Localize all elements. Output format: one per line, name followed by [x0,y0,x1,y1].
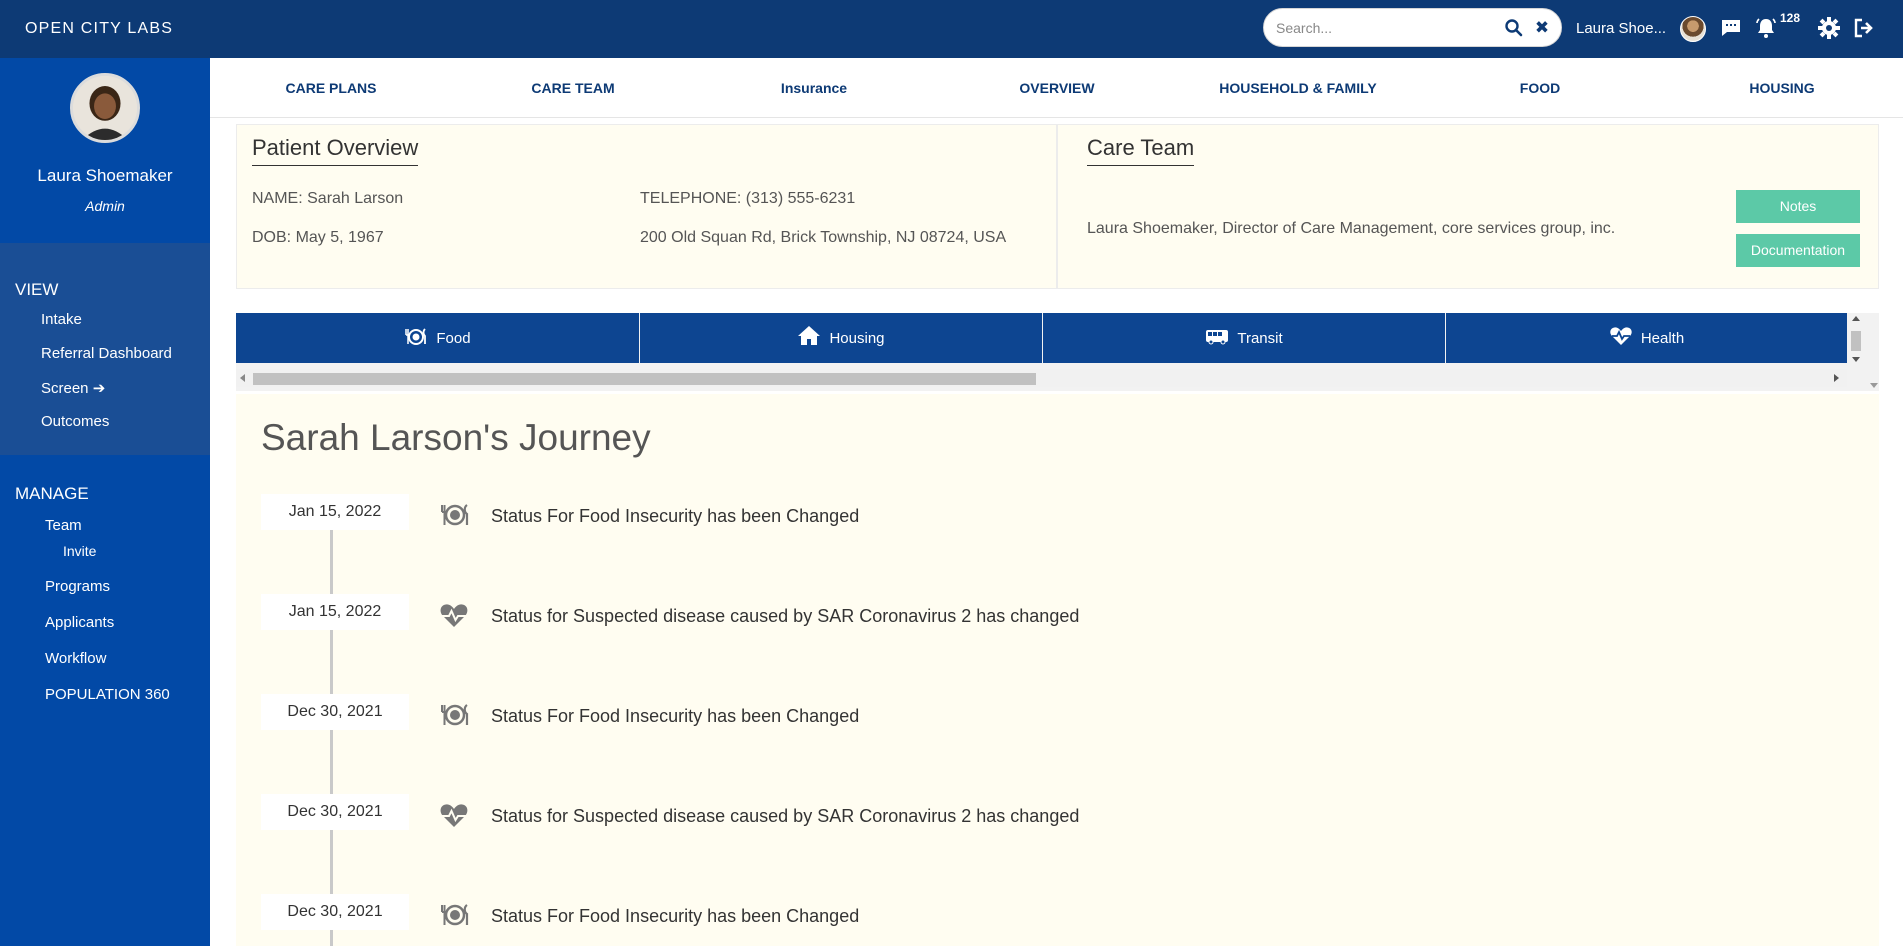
sidebar-item-label: Screen [41,380,89,397]
sidebar-item-screen[interactable]: Screen ➔ [41,379,105,397]
sidebar-item-intake[interactable]: Intake [41,311,82,328]
category-tab-food[interactable]: Food [236,313,639,363]
search-box: ✖ [1263,8,1562,47]
journey-panel: Sarah Larson's Journey Jan 15, 2022 Stat… [236,394,1879,946]
tab-insurance[interactable]: Insurance [781,80,847,96]
close-icon[interactable]: ✖ [1532,18,1552,38]
category-tab-health[interactable]: Health [1446,313,1847,363]
sidebar-item-outcomes[interactable]: Outcomes [41,413,109,430]
tabs-bar: CARE PLANS CARE TEAM Insurance OVERVIEW … [210,58,1903,118]
event-date: Jan 15, 2022 [261,594,409,630]
view-section: VIEW Intake Referral Dashboard Screen ➔ … [0,243,210,455]
profile-role: Admin [85,198,125,214]
search-input[interactable] [1276,17,1496,39]
event-text: Status For Food Insecurity has been Chan… [491,906,860,926]
bell-icon[interactable] [1754,16,1778,40]
care-team-title: Care Team [1087,135,1195,166]
avatar[interactable] [1680,16,1706,42]
heart-pulse-icon [1609,324,1633,352]
manage-section-title: MANAGE [15,484,89,503]
scroll-right-icon[interactable] [1834,374,1839,382]
category-tabs: Food Housing Transit Health [236,313,1879,391]
journey-title: Sarah Larson's Journey [261,417,651,458]
patient-name: NAME: Sarah Larson [252,190,404,207]
sidebar-item-workflow[interactable]: Workflow [45,650,106,667]
category-tab-label: Health [1640,329,1685,347]
horizontal-scroll-thumb[interactable] [253,373,1036,385]
event-date: Jan 15, 2022 [261,494,409,530]
home-icon [797,324,821,352]
tab-housing[interactable]: HOUSING [1749,80,1814,96]
sidebar: Laura Shoemaker Admin VIEW Intake Referr… [0,58,210,946]
patient-overview-panel: Patient Overview NAME: Sarah Larson DOB:… [236,124,1057,289]
vertical-scroll-thumb[interactable] [1851,331,1861,351]
category-tab-transit[interactable]: Transit [1043,313,1445,363]
care-team-member: Laura Shoemaker, Director of Care Manage… [1087,220,1616,237]
tab-household-family[interactable]: HOUSEHOLD & FAMILY [1219,80,1376,96]
tab-food[interactable]: FOOD [1520,80,1560,96]
scroll-up-icon[interactable] [1852,316,1860,321]
profile-name: Laura Shoemaker [37,166,173,185]
sidebar-item-invite[interactable]: Invite [63,543,96,559]
gear-icon[interactable] [1817,16,1841,40]
patient-telephone: TELEPHONE: (313) 555-6231 [640,190,856,207]
sidebar-item-programs[interactable]: Programs [45,578,110,595]
brand-logo[interactable]: OPEN CITY LABS [25,20,173,38]
heart-pulse-icon [439,600,469,630]
scroll-left-icon[interactable] [240,374,245,382]
event-date: Dec 30, 2021 [261,894,409,930]
patient-address: 200 Old Squan Rd, Brick Township, NJ 087… [640,229,1007,246]
care-team-panel: Care Team Laura Shoemaker, Director of C… [1057,124,1879,289]
food-icon [439,699,469,729]
category-tab-housing[interactable]: Housing [640,313,1042,363]
category-tab-label: Food [436,329,471,347]
horizontal-scrollbar[interactable] [236,369,1847,387]
sidebar-item-team[interactable]: Team [45,517,82,534]
view-section-title: VIEW [15,280,59,299]
event-text: Status for Suspected disease caused by S… [491,806,1080,826]
chat-icon[interactable] [1719,16,1743,40]
notes-button[interactable]: Notes [1736,190,1860,223]
tab-overview[interactable]: OVERVIEW [1019,80,1094,96]
heart-pulse-icon [439,800,469,830]
event-date: Dec 30, 2021 [261,694,409,730]
bus-icon [1205,324,1229,352]
user-name[interactable]: Laura Shoe... [1576,20,1666,37]
event-text: Status For Food Insecurity has been Chan… [491,506,860,526]
category-tab-label: Transit [1237,329,1283,347]
sidebar-item-applicants[interactable]: Applicants [45,614,114,631]
profile-card: Laura Shoemaker Admin [0,58,210,243]
tab-care-team[interactable]: CARE TEAM [531,80,614,96]
event-text: Status For Food Insecurity has been Chan… [491,706,860,726]
profile-avatar[interactable] [70,73,140,143]
event-date: Dec 30, 2021 [261,794,409,830]
food-icon [439,899,469,929]
timeline-line [330,524,333,946]
sidebar-item-population-360[interactable]: POPULATION 360 [45,686,170,703]
outer-scroll-down-icon[interactable] [1870,383,1878,388]
arrow-right-icon: ➔ [92,380,106,397]
notification-count: 128 [1780,11,1801,25]
food-icon [404,324,428,352]
vertical-scrollbar[interactable] [1847,313,1865,391]
sidebar-item-referral-dashboard[interactable]: Referral Dashboard [41,345,172,362]
patient-dob: DOB: May 5, 1967 [252,229,384,246]
tab-care-plans[interactable]: CARE PLANS [285,80,376,96]
scroll-down-icon[interactable] [1852,357,1860,362]
patient-overview-title: Patient Overview [252,135,419,166]
category-tab-label: Housing [829,329,885,347]
event-text: Status for Suspected disease caused by S… [491,606,1080,626]
food-icon [439,499,469,529]
logout-icon[interactable] [1852,16,1876,40]
search-icon[interactable] [1504,18,1524,38]
documentation-button[interactable]: Documentation [1736,234,1860,267]
top-bar: OPEN CITY LABS ✖ Laura Shoe... 128 [0,0,1903,58]
